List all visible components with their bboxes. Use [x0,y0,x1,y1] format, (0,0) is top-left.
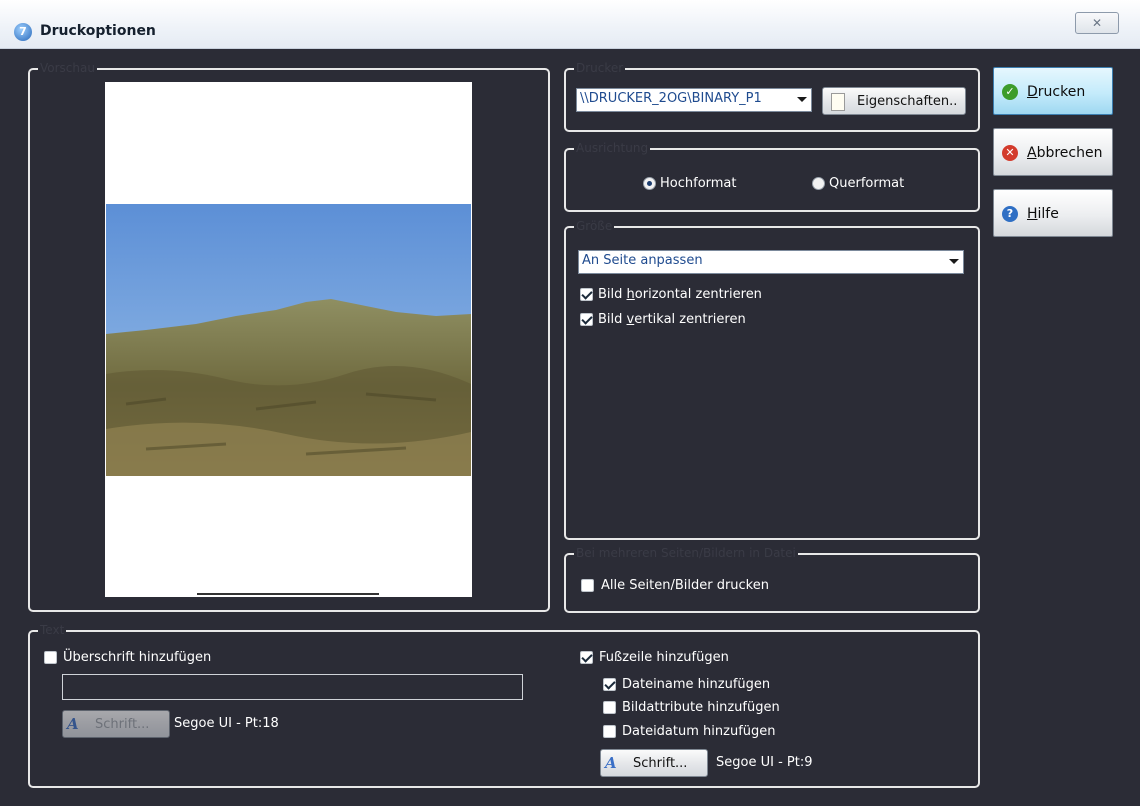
app-icon: 7 [14,23,32,41]
center-vertical-prefix: Bild [598,312,627,327]
center-horizontal-suffix: orizontal zentrieren [634,287,762,302]
file-date-checkbox[interactable] [603,725,616,738]
help-button-label: Hilfe [1027,206,1059,222]
center-vertical-label: Bild vertikal zentrieren [598,312,746,328]
close-button[interactable]: ✕ [1075,12,1119,34]
print-all-checkbox[interactable] [581,579,594,592]
preview-footer-line [197,593,379,595]
cancel-button[interactable]: ✕ Abbrechen [993,128,1113,176]
heading-checkbox[interactable] [44,651,57,664]
size-select[interactable]: An Seite anpassen [578,250,964,274]
footer-font-button-label: Schrift... [633,756,688,771]
preview-photo [106,204,471,476]
preview-group-legend: Vorschau [38,60,97,76]
center-horizontal-label: Bild horizontal zentrieren [598,287,762,303]
heading-font-info: Segoe UI - Pt:18 [174,716,279,731]
chevron-down-icon [949,259,959,264]
help-button-mnemonic: H [1027,206,1038,222]
filename-label: Dateiname hinzufügen [622,677,771,692]
size-select-value: An Seite anpassen [582,253,703,268]
check-icon: ✓ [1002,84,1018,100]
help-icon: ? [1002,206,1018,222]
print-button-label: Drucken [1027,84,1085,100]
cancel-button-mnemonic: A [1027,145,1037,161]
print-options-dialog: 7 Druckoptionen ✕ Vorschau Drucker \\DRU… [0,0,1140,806]
center-vertical-checkbox[interactable] [580,313,593,326]
center-horizontal-prefix: Bild [598,287,627,302]
heading-font-button[interactable]: A Schrift... [62,710,170,738]
center-horizontal-mnemonic: h [626,287,635,302]
title-bar: 7 Druckoptionen ✕ [0,0,1140,49]
center-horizontal-checkbox[interactable] [580,288,593,301]
print-button-mnemonic: D [1027,84,1038,100]
multi-page-group-legend: Bei mehreren Seiten/Bildern in Datei [574,545,798,561]
image-attributes-label: Bildattribute hinzufügen [622,700,780,715]
center-vertical-suffix: ertikal zentrieren [634,312,746,327]
print-button[interactable]: ✓ Drucken [993,67,1113,115]
print-button-rest: rucken [1037,84,1086,100]
footer-font-info: Segoe UI - Pt:9 [716,755,813,770]
landscape-label: Querformat [829,176,905,191]
file-date-label: Dateidatum hinzufügen [622,724,776,739]
heading-input[interactable] [62,674,523,700]
printer-group-legend: Drucker [574,60,626,76]
font-icon: A [67,715,79,733]
footer-label: Fußzeile hinzufügen [599,650,729,665]
portrait-radio[interactable] [643,177,656,190]
size-group-legend: Größe [574,218,615,234]
print-all-label: Alle Seiten/Bilder drucken [601,578,769,593]
footer-checkbox[interactable] [580,651,593,664]
heading-font-button-label: Schrift... [95,717,150,732]
page-preview [105,82,472,597]
cancel-button-label: Abbrechen [1027,145,1102,161]
orientation-group: Ausrichtung [564,140,980,212]
printer-select[interactable]: \\DRUCKER_2OG\BINARY_P1 [576,88,812,112]
help-button[interactable]: ? Hilfe [993,189,1113,237]
cancel-icon: ✕ [1002,145,1018,161]
text-group-legend: Text [38,622,67,638]
window-title: Druckoptionen [40,23,156,39]
cancel-button-rest: bbrechen [1036,145,1103,161]
document-icon [831,93,845,111]
landscape-radio[interactable] [812,177,825,190]
font-icon: A [605,754,617,772]
printer-select-value: \\DRUCKER_2OG\BINARY_P1 [580,91,762,106]
image-attributes-checkbox[interactable] [603,701,616,714]
footer-font-button[interactable]: A Schrift... [600,749,708,777]
portrait-label: Hochformat [660,176,737,191]
heading-label: Überschrift hinzufügen [63,650,212,665]
properties-button-label: Eigenschaften.. [857,94,958,109]
properties-button[interactable]: Eigenschaften.. [822,87,966,115]
help-button-rest: ilfe [1037,206,1059,222]
chevron-down-icon [797,97,807,102]
orientation-group-legend: Ausrichtung [574,140,651,156]
filename-checkbox[interactable] [603,678,616,691]
